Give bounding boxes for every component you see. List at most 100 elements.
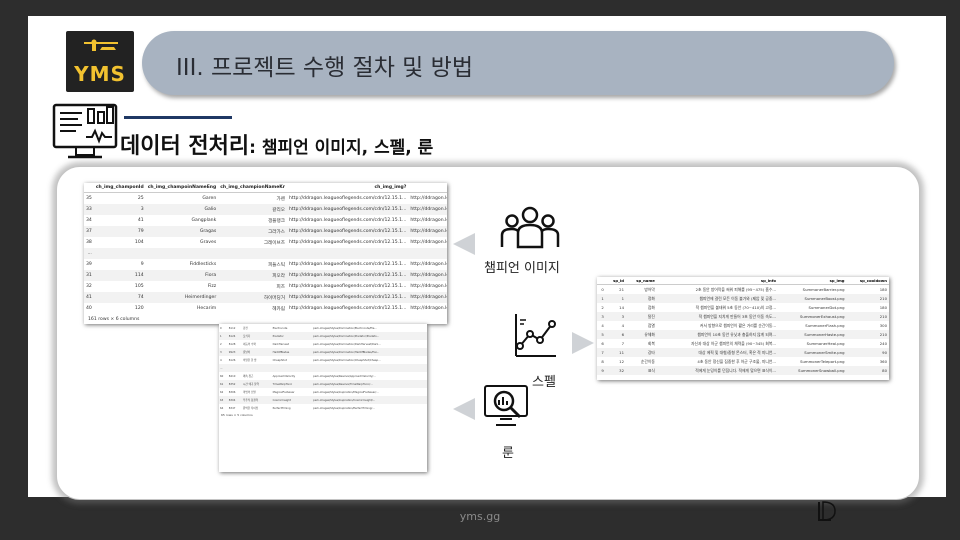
table-cell: 정화 [626,294,657,303]
table-cell: SummonerHaste.png [777,330,847,339]
table-cell: 41 [137,218,144,223]
table-cell: 120 [134,306,144,311]
table-cell: 감전 [242,327,248,330]
table-cell: 3 [93,204,146,215]
line-chart-icon [512,312,558,364]
table-cell: http://ddragon.leagueoflegends.com/cdn/ [408,204,447,215]
table-cell [145,248,219,259]
table-cell: PerfectTiming [272,406,291,410]
table-cell: 35 [86,196,92,201]
table-row: 4 8126 비열한 한 방 CheapShot perk-images/Styles/… [219,356,427,364]
spell-label: 스펠 [532,375,556,390]
table-row: 4 4 점멸 커서 방향으로 챔피언이 짧은 거리를 순간이동... SummonerF… [597,321,889,330]
table-cell: MagicalFootwear [272,390,295,394]
table-cell: perk-images/Styles/Inspiration/CosmicIns… [312,396,427,404]
table-cell: 하이머딩거 [218,292,287,303]
table-cell: 2 [601,305,604,310]
table-cell: 11 [605,348,627,357]
champion-table-header-index [84,183,94,193]
table-cell: 탈진 [626,312,657,321]
table-cell: Hecarim [196,306,217,311]
arrow-right-icon [572,332,594,354]
table-cell: http://ddragon.leagueoflegends.com/cdn/ [408,270,447,281]
table-cell: perk-images/Styles/Domination/Electrocut… [313,326,377,330]
table-cell: http://ddragon.leagueoflegends.com/cdn/1… [286,270,409,281]
table-cell: HailOfBlades [271,348,313,356]
table-cell: http://ddragon.leagueoflegends.com/cdn/ [410,196,447,201]
table-cell [93,248,146,259]
table-cell: 8 [601,359,604,364]
table-cell: http://ddragon.leagueoflegends.com/cdn/1… [288,240,407,245]
table-cell: 강타 [626,348,657,357]
table-cell: http://ddragon.leagueoflegends.com/cdn/1… [286,204,409,215]
monitor-analytics-icon [52,103,118,165]
table-cell: 피들스틱 [268,262,285,268]
table-cell: 1 [219,332,228,340]
table-row: 37 79 Gragas 그라가스 http://ddragon.leagueofleg… [84,226,447,237]
table-cell: 210 [846,294,889,303]
table-cell: Gangplank [191,218,217,223]
table-cell: 7 [597,348,606,357]
table-cell: 37 [84,226,94,237]
table-cell [227,364,242,372]
table-cell: perk-images/Styles/Domination/CheapShot/… [313,358,381,362]
table-row: 2 8128 어둠의 수확 DarkHarvest perk-images/Styles… [219,340,427,348]
table-row: 3 9923 칼날비 HailOfBlades perk-images/Styles/D… [219,348,427,356]
table-cell: 2초 동안 방어막을 씌워 피해를 (95~475) 흡수... [695,286,776,292]
table-row: 1 8124 포식자 Predator perk-images/Styles/Domin… [219,332,427,340]
magnifier-monitor-icon [482,383,530,435]
table-cell: 피즈 [276,284,285,290]
table-cell: 챔피언에 걸린 모든 이동 불가와 (제압 및 공중... [656,294,778,303]
table-row: 60 8410 쾌속 접근 ApproachVelocity perk-images/S… [219,372,427,380]
table-cell: ... [219,364,228,372]
arrow-left-icon [453,398,475,420]
table-cell: http://ddragon.leagueoflegends.com/cdn/ [408,226,447,237]
spell-table-column-header: sp_id [605,277,627,285]
champion-table-column-header: ch_img_img? [286,183,409,193]
table-cell [408,248,447,259]
table-row: ... [84,248,447,259]
table-cell: DarkHarvest [272,342,289,346]
table-cell: 어둠의 수확 [242,343,256,346]
title-bar: III. 프로젝트 수행 절차 및 방법 [142,31,894,95]
table-cell: 210 [846,312,889,321]
table-cell: http://ddragon.leagueoflegends.com/cdn/1… [288,218,407,223]
table-cell: 8124 [227,332,242,340]
table-cell: SummonerExhaust.png [777,312,847,321]
table-cell: http://ddragon.leagueoflegends.com/cdn/1… [286,226,409,237]
champion-table-column-header: ch_img_champoinNameEng [145,183,219,193]
table-cell: 9923 [227,348,242,356]
table-cell: 포식자 [241,332,272,340]
table-cell: perk-images/Styles/Domination/DarkHarves… [313,342,381,346]
brand-mark-icon [815,500,837,527]
table-cell: 커서 방향으로 챔피언이 짧은 거리를 순간이동... [699,322,776,328]
table-cell: 33 [84,204,94,215]
table-cell: 시간 왜곡 물약 [241,380,272,388]
champion-table-footer: 161 rows × 6 columns [88,317,140,322]
table-row: 31 114 Fiora 피오라 http://ddragon.leagueoflege… [84,270,447,281]
table-cell: 32 [605,366,627,375]
table-cell: 240 [879,341,887,346]
table-row: 35 25 Garen 가렌 http://ddragon.leagueoflegend… [84,193,447,205]
subtitle-underline [124,116,232,119]
table-cell: http://ddragon.leagueoflegends.com/cdn/1… [288,196,407,201]
table-row: 40 120 Hecarim 헤카림 http://ddragon.leagueofle… [84,303,447,314]
table-cell: http://ddragon.leagueoflegends.com/cdn/1… [286,292,409,303]
table-cell: 칼날비 [241,348,272,356]
table-cell: 1 [597,294,606,303]
table-cell: 60 [220,374,224,378]
table-row: 2 14 점화 적 챔피언을 불태워 5초 동안 (70~410)의 고정... Sum… [597,303,889,312]
table-cell: 32 [86,284,92,289]
champion-table-column-header: ch_img_champonId [93,183,146,193]
table-cell [271,364,313,372]
table-cell: TimeWarpTonic [271,380,313,388]
table-cell: Heimerdinger [145,292,219,303]
spell-table-header-index [597,277,606,285]
table-cell: 4 [621,323,625,328]
table-row: 9 32 표식 적에게 눈덩이를 던집니다. 적에게 맞으면 표식이... Summon… [597,366,889,375]
table-row: 3 3 탈진 적 챔피언을 지치게 만들어 3초 동안 이동 속도... Summone… [597,312,889,321]
table-cell: 104 [134,240,144,245]
table-cell: 0 [601,287,604,292]
table-cell: 360 [879,359,887,364]
table-row: 63 8304 우주적 통찰력 CosmicInsight perk-images/St… [219,396,427,404]
